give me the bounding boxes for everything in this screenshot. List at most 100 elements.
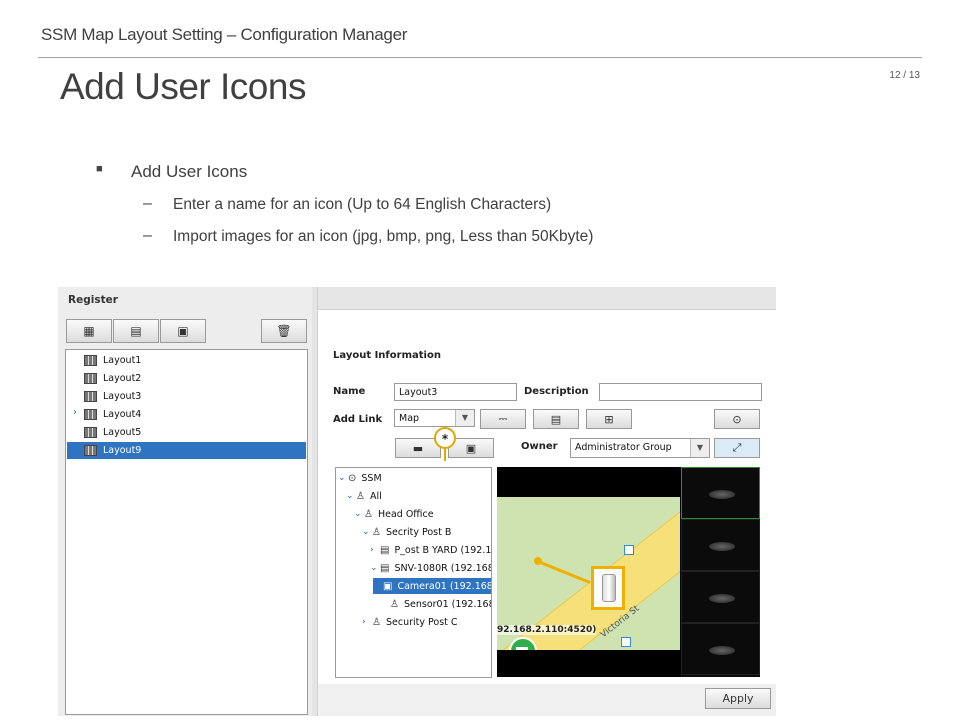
name-input[interactable]: Layout3 [394, 383, 517, 401]
add-link-select[interactable]: Map ▼ [394, 409, 475, 427]
layout-item[interactable]: Layout5 [67, 424, 306, 441]
dome-camera-icon [709, 594, 735, 603]
chevron-down-icon: ▼ [455, 410, 474, 426]
camera-icon: ⎓ [498, 412, 508, 425]
layout-icon [84, 391, 97, 402]
tree-label: Head Office [377, 508, 434, 520]
import-icon: ▣ [465, 441, 477, 455]
add-layout-icon: ▦ [83, 324, 95, 338]
tree-item[interactable]: ⌄ ⊙ SSM [338, 470, 382, 486]
tree-label: SSM [361, 472, 382, 484]
recorder-icon: ▤ [380, 562, 390, 574]
slide-title: Add User Icons [60, 66, 306, 107]
camera-thumbnail[interactable] [681, 623, 760, 675]
chevron-down-icon: ⌄ [346, 491, 354, 501]
layout-icon [84, 355, 97, 366]
camera-thumbnail[interactable] [681, 467, 760, 519]
camera-thumbnail[interactable] [681, 571, 760, 623]
layout-item[interactable]: Layout2 [67, 370, 306, 387]
link-device-button[interactable]: ▤ [533, 409, 579, 429]
dash-1: – [143, 195, 152, 212]
chevron-down-icon: ⌄ [370, 563, 378, 573]
bullet-icon: ■ [96, 163, 103, 175]
dome-camera-icon [709, 542, 735, 551]
apply-button[interactable]: Apply [705, 688, 771, 709]
page-number: 12 / 13 [889, 70, 920, 81]
tree-item[interactable]: ⌄ ♙ Secrity Post B [362, 524, 451, 540]
tree-label: Security Post C [385, 616, 458, 628]
tree-label: All [369, 490, 382, 502]
chevron-right-icon: › [370, 545, 374, 555]
camera-thumbnails [681, 467, 760, 677]
map-marker[interactable] [624, 545, 634, 555]
layout-label: Layout5 [103, 427, 142, 438]
layout-item[interactable]: Layout1 [67, 352, 306, 369]
owner-select[interactable]: Administrator Group ▼ [570, 438, 710, 458]
dome-camera-icon [709, 646, 735, 655]
tree-label: Secrity Post B [385, 526, 452, 538]
user-group-icon: ♙ [364, 508, 373, 520]
sub-item-1: Enter a name for an icon (Up to 64 Engli… [173, 196, 552, 213]
tree-item-selected[interactable]: ▣ Camera01 (192.168 [373, 578, 492, 594]
callout-marker: * [434, 427, 456, 449]
add-group-button[interactable]: ▣ [160, 319, 206, 343]
link-sensor-button[interactable]: ⊞ [586, 409, 632, 429]
tree-label: Sensor01 (192.168 [403, 598, 492, 610]
layout-label: Layout4 [103, 409, 142, 420]
link-camera-button[interactable]: ⎓ [480, 409, 526, 429]
tree-item[interactable]: › ♙ Security Post C [362, 614, 458, 630]
layout-icon [84, 427, 97, 438]
tree-item[interactable]: ♙ Sensor01 (192.168 [380, 596, 492, 612]
layout-info-pane: Layout Information Name Layout3 Descript… [318, 310, 776, 684]
add-map-button[interactable]: ▤ [113, 319, 159, 343]
dome-camera-icon [709, 490, 735, 499]
chevron-down-icon: ⌄ [362, 527, 370, 537]
recorder-icon: ▤ [380, 544, 390, 556]
layout-icon [84, 445, 97, 456]
register-title: Register [68, 294, 118, 306]
owner-label: Owner [521, 441, 558, 452]
camera-icon: ▣ [383, 580, 393, 592]
description-label: Description [524, 386, 589, 397]
tree-label: Camera01 (192.168 [397, 580, 492, 592]
tree-label: P_ost B YARD (192.1 [394, 544, 492, 556]
layout-label: Layout2 [103, 373, 142, 384]
location-button[interactable]: ⊙ [714, 409, 760, 429]
delete-button[interactable]: 🗑 [261, 319, 307, 343]
dash-2: – [143, 227, 152, 244]
header-rule [38, 57, 922, 58]
camera-thumbnail[interactable] [681, 519, 760, 571]
chevron-right-icon: › [362, 617, 366, 627]
sensor-icon: ⊞ [604, 412, 614, 426]
layout-item-selected[interactable]: Layout9 [67, 442, 306, 459]
map-view[interactable]: Victoria St 92.168.2.110:4520) [497, 467, 760, 677]
bullet-text: Add User Icons [131, 162, 248, 181]
device-address-label: 92.168.2.110:4520) [497, 625, 597, 635]
layout-list: Layout1 Layout2 Layout3 › Layout4 Layout… [65, 349, 308, 715]
location-pin-icon: ⊙ [348, 472, 357, 484]
name-label: Name [333, 386, 366, 397]
tree-item[interactable]: ⌄ ▤ SNV-1080R (192.168 [370, 560, 491, 576]
owner-value: Administrator Group [575, 442, 672, 453]
sub-item-2: Import images for an icon (jpg, bmp, png… [173, 228, 594, 245]
layout-item[interactable]: Layout4 [67, 406, 306, 423]
add-link-value: Map [399, 413, 420, 424]
chevron-down-icon: ⌄ [338, 473, 346, 483]
device-tree: ⌄ ⊙ SSM ⌄ ♙ All ⌄ ♙ Head Office ⌄ ♙ Secrity Post… [335, 467, 492, 678]
slide-header: SSM Map Layout Setting – Configuration M… [41, 25, 408, 44]
layout-label: Layout3 [103, 391, 142, 402]
tree-item[interactable]: ⌄ ♙ Head Office [354, 506, 434, 522]
layout-info-title: Layout Information [333, 350, 441, 361]
map-marker[interactable] [621, 637, 631, 647]
layout-icon [84, 373, 97, 384]
register-pane: Register ▦ ▤ ▣ 🗑 Layout1 Layout2 Layout3… [58, 287, 313, 716]
app-screenshot: Register ▦ ▤ ▣ 🗑 Layout1 Layout2 Layout3… [58, 287, 776, 716]
description-input[interactable] [599, 383, 762, 401]
user-icon-marker[interactable] [591, 566, 625, 610]
layout-icon [84, 409, 97, 420]
layout-item[interactable]: Layout3 [67, 388, 306, 405]
add-layout-button[interactable]: ▦ [66, 319, 112, 343]
fullscreen-button[interactable]: ⤢ [714, 438, 760, 458]
tree-item[interactable]: › ▤ P_ost B YARD (192.1 [370, 542, 491, 558]
tree-item[interactable]: ⌄ ♙ All [346, 488, 382, 504]
